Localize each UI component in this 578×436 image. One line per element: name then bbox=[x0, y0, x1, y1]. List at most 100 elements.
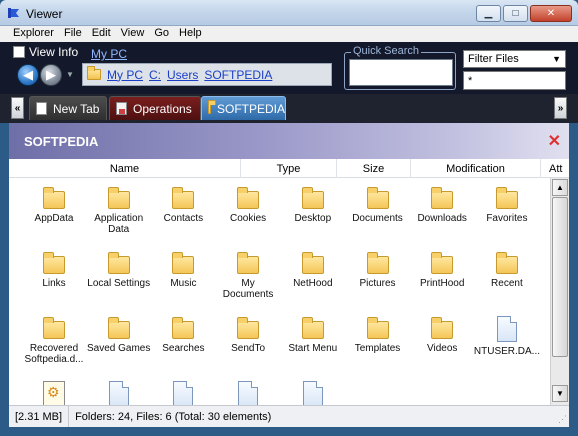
filter-files-dropdown[interactable]: Filter Files ▼ bbox=[463, 50, 566, 68]
grid-item[interactable]: Saved Games bbox=[86, 316, 152, 354]
file-icon bbox=[108, 381, 129, 405]
menu-file[interactable]: File bbox=[59, 26, 87, 42]
grid-item[interactable]: Recent bbox=[474, 251, 540, 289]
grid-item[interactable] bbox=[215, 381, 281, 405]
scrollbar-thumb[interactable] bbox=[552, 197, 568, 357]
folder-icon bbox=[495, 187, 518, 209]
column-header-type[interactable]: Type bbox=[241, 159, 337, 178]
folder-icon bbox=[366, 317, 389, 339]
grid-item[interactable] bbox=[86, 381, 152, 405]
tab-scroll-left-button[interactable]: « bbox=[11, 97, 24, 119]
grid-item[interactable]: Pictures bbox=[345, 251, 411, 289]
scroll-down-button[interactable]: ▼ bbox=[552, 385, 568, 402]
maximize-button[interactable]: □ bbox=[503, 5, 528, 22]
tab-label: New Tab bbox=[53, 101, 100, 116]
folder-icon bbox=[107, 317, 130, 339]
grid-item[interactable] bbox=[150, 381, 216, 405]
minimize-button[interactable]: ▁ bbox=[476, 5, 501, 22]
grid-item[interactable]: Desktop bbox=[280, 186, 346, 224]
grid-item[interactable]: NetHood bbox=[280, 251, 346, 289]
menu-edit[interactable]: Edit bbox=[87, 26, 116, 42]
grid-item[interactable]: Templates bbox=[345, 316, 411, 354]
address-bar[interactable]: My PC C: Users SOFTPEDIA bbox=[82, 63, 332, 86]
breadcrumb-c-drive[interactable]: C: bbox=[149, 68, 161, 82]
file-icon bbox=[173, 381, 194, 405]
menu-explorer[interactable]: Explorer bbox=[8, 26, 59, 42]
grid-item-label: Application Data bbox=[94, 213, 144, 235]
column-header-attributes[interactable]: Att bbox=[541, 159, 569, 178]
folder-icon bbox=[172, 252, 195, 274]
folder-icon bbox=[172, 187, 195, 209]
menu-go[interactable]: Go bbox=[149, 26, 174, 42]
minimize-icon: ▁ bbox=[484, 8, 493, 19]
grid-item-label: SendTo bbox=[231, 343, 266, 354]
grid-item[interactable]: Links bbox=[21, 251, 87, 289]
grid-item[interactable]: Videos bbox=[409, 316, 475, 354]
chevron-down-icon: ▼ bbox=[556, 389, 564, 398]
folder-icon bbox=[107, 187, 130, 209]
forward-button[interactable]: ▶ bbox=[40, 64, 62, 86]
breadcrumb-softpedia[interactable]: SOFTPEDIA bbox=[204, 68, 272, 82]
vertical-scrollbar[interactable]: ▲ ▼ bbox=[550, 178, 569, 405]
tab-scroll-right-button[interactable]: » bbox=[554, 97, 567, 119]
grid-item[interactable]: AppData bbox=[21, 186, 87, 224]
grid-item[interactable]: My Documents bbox=[215, 251, 281, 300]
grid-item-label: Templates bbox=[354, 343, 401, 354]
tab-label: Operations bbox=[133, 101, 192, 116]
tab-operations[interactable]: Operations bbox=[109, 96, 201, 120]
scroll-up-button[interactable]: ▲ bbox=[552, 179, 568, 196]
grid-item[interactable]: Start Menu bbox=[280, 316, 346, 354]
menu-bar: Explorer File Edit View Go Help bbox=[0, 26, 578, 42]
column-header-size[interactable]: Size bbox=[337, 159, 411, 178]
grid-item[interactable]: Recovered Softpedia.d... bbox=[21, 316, 87, 365]
grid-item[interactable]: Downloads bbox=[409, 186, 475, 224]
tab-softpedia[interactable]: SOFTPEDIA bbox=[201, 96, 286, 120]
my-pc-link[interactable]: My PC bbox=[91, 47, 127, 61]
folder-icon bbox=[208, 100, 216, 114]
grid-item[interactable]: Music bbox=[150, 251, 216, 289]
quick-search-input[interactable] bbox=[349, 59, 453, 86]
close-panel-icon[interactable]: ✕ bbox=[548, 131, 561, 151]
resize-grip-icon[interactable]: ⋰ bbox=[558, 414, 567, 425]
column-header-name[interactable]: Name bbox=[9, 159, 241, 178]
filter-pattern-input[interactable]: * bbox=[463, 71, 566, 90]
folder-icon bbox=[237, 317, 260, 339]
grid-item[interactable]: PrintHood bbox=[409, 251, 475, 289]
view-info-toggle[interactable]: View Info bbox=[13, 45, 78, 59]
view-info-checkbox[interactable] bbox=[13, 46, 25, 58]
grid-item[interactable] bbox=[21, 381, 87, 405]
grid-item[interactable]: SendTo bbox=[215, 316, 281, 354]
grid-item[interactable]: Application Data bbox=[86, 186, 152, 235]
grid-item[interactable] bbox=[280, 381, 346, 405]
new-document-icon bbox=[36, 102, 47, 115]
tab-new-tab[interactable]: New Tab bbox=[29, 96, 107, 120]
menu-help[interactable]: Help bbox=[174, 26, 207, 42]
folder-icon bbox=[495, 252, 518, 274]
grid-item[interactable]: NTUSER.DA... bbox=[474, 316, 540, 357]
column-header-modification[interactable]: Modification bbox=[411, 159, 541, 178]
back-arrow-icon: ◀ bbox=[23, 67, 33, 82]
grid-item[interactable]: Searches bbox=[150, 316, 216, 354]
filter-selected-value: Filter Files bbox=[468, 53, 519, 65]
grid-item[interactable]: Local Settings bbox=[86, 251, 152, 289]
close-window-button[interactable]: ✕ bbox=[530, 5, 572, 22]
quick-search-label: Quick Search bbox=[351, 45, 422, 57]
back-button[interactable]: ◀ bbox=[17, 64, 39, 86]
history-dropdown-icon[interactable]: ▼ bbox=[66, 70, 74, 79]
grid-item[interactable]: Documents bbox=[345, 186, 411, 224]
file-icon bbox=[496, 316, 517, 342]
grid-item-label: Contacts bbox=[163, 213, 204, 224]
folder-icon bbox=[237, 252, 260, 274]
grid-item-label: AppData bbox=[34, 213, 74, 224]
breadcrumb-users[interactable]: Users bbox=[167, 68, 198, 82]
menu-view[interactable]: View bbox=[116, 26, 150, 42]
tab-strip: « New Tab Operations SOFTPEDIA » bbox=[0, 94, 578, 123]
grid-item[interactable]: Favorites bbox=[474, 186, 540, 224]
grid-item[interactable]: Cookies bbox=[215, 186, 281, 224]
breadcrumb-my-pc[interactable]: My PC bbox=[107, 68, 143, 82]
grid-item-label: Saved Games bbox=[87, 343, 151, 354]
folder-icon bbox=[43, 252, 65, 274]
double-chevron-right-icon: » bbox=[557, 102, 564, 114]
grid-item[interactable]: Contacts bbox=[150, 186, 216, 224]
grid-item-label: Documents bbox=[352, 213, 403, 224]
